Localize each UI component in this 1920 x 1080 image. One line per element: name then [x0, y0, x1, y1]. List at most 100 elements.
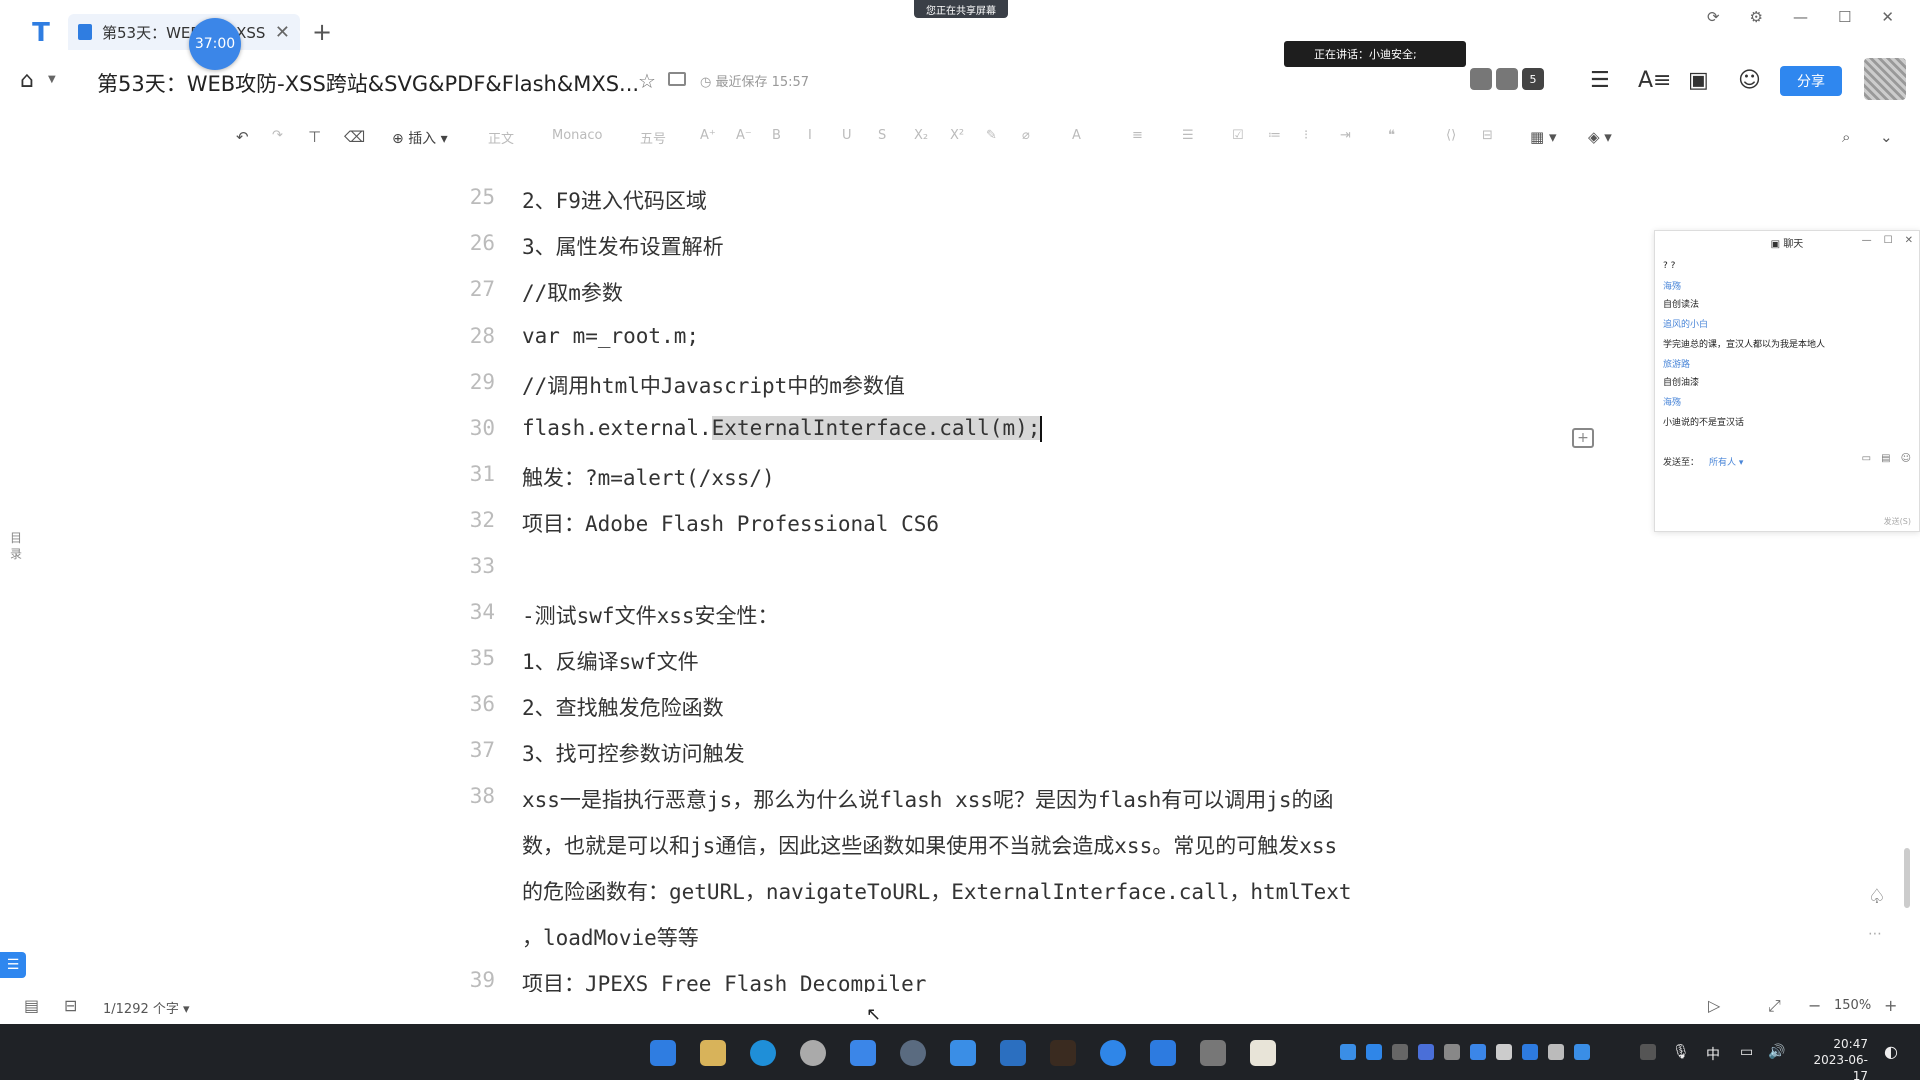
plugin-icon[interactable]: ◈ ▾ [1588, 128, 1612, 146]
new-tab-button[interactable]: + [312, 18, 332, 46]
font-color-icon[interactable]: A [1072, 128, 1081, 143]
editor-line[interactable]: 的危险函数有：getURL，navigateToURL，ExternalInte… [0, 876, 1600, 916]
chat-sender[interactable]: 海殇 [1663, 395, 1681, 408]
line-text[interactable]: //取m参数 [522, 277, 623, 307]
tray-network-icon[interactable] [1444, 1044, 1460, 1060]
send-button[interactable]: 发送(S) [1884, 516, 1911, 527]
fullscreen-icon[interactable]: ⤢ [1768, 996, 1781, 1016]
line-text[interactable]: 1、反编译swf文件 [522, 646, 699, 676]
monitor-icon[interactable]: ▭ [1740, 1044, 1753, 1060]
clear-format-icon[interactable]: ⌀ [1022, 128, 1030, 143]
line-text[interactable]: 项目：Adobe Flash Professional CS6 [522, 508, 939, 538]
line-text-prefix[interactable]: flash.external. [522, 416, 712, 440]
folder-icon[interactable]: ▭ [1862, 453, 1871, 464]
people-icon[interactable]: ☺ [1901, 453, 1911, 464]
italic-icon[interactable]: I [808, 128, 812, 143]
ordered-list-icon[interactable]: ≔ [1268, 128, 1281, 143]
maximize-button[interactable]: ☐ [1838, 8, 1851, 26]
text-format-icon[interactable]: A≡ [1638, 68, 1671, 93]
highlight-icon[interactable]: ✎ [986, 128, 997, 143]
browser-icon[interactable] [900, 1040, 926, 1066]
tray-docs-icon[interactable] [1470, 1044, 1486, 1060]
line-text[interactable]: 数，也就是可以和js通信，因此这些函数如果使用不当就会造成xss。常见的可触发x… [522, 830, 1337, 860]
screen-share-banner[interactable]: 您正在共享屏幕 [914, 0, 1008, 18]
presentation-icon[interactable]: ▣ [1688, 68, 1709, 93]
menu-icon[interactable]: ☰ [1590, 68, 1610, 93]
refresh-icon[interactable]: ⟳ [1707, 8, 1720, 26]
line-text[interactable]: 触发：?m=alert(/xss/) [522, 462, 775, 492]
line-text[interactable]: var m=_root.m; [522, 324, 699, 348]
terminal-icon[interactable] [1200, 1040, 1226, 1066]
checklist-icon[interactable]: ☑ [1232, 128, 1244, 143]
table-icon[interactable]: ▦ ▾ [1530, 128, 1556, 146]
underline-icon[interactable]: U [842, 128, 852, 143]
line-text[interactable]: 2、查找触发危险函数 [522, 692, 724, 722]
chrome-icon[interactable] [800, 1040, 826, 1066]
star-icon[interactable]: ☆ [638, 69, 656, 93]
line-text[interactable]: -测试swf文件xss安全性： [522, 600, 779, 630]
align-icon[interactable]: ≡ [1132, 128, 1143, 143]
zoom-out-icon[interactable]: − [1808, 996, 1821, 1015]
meeting-icon[interactable] [950, 1040, 976, 1066]
app-logo-icon[interactable]: T [26, 18, 56, 48]
skin-icon[interactable]: ♤ [1868, 884, 1886, 908]
screenshot-icon[interactable]: ▤ [1881, 453, 1890, 464]
eraser-icon[interactable]: ⌫ [344, 128, 365, 146]
strikethrough-icon[interactable]: S [878, 128, 886, 143]
play-icon[interactable]: ▷ [1708, 996, 1720, 1015]
battery-icon[interactable] [1640, 1044, 1656, 1060]
tray-shield-icon[interactable] [1418, 1044, 1434, 1060]
bold-icon[interactable]: B [772, 128, 781, 143]
more-icon[interactable]: ⋯ [1868, 926, 1882, 942]
editor-line[interactable]: 数，也就是可以和js通信，因此这些函数如果使用不当就会造成xss。常见的可触发x… [0, 830, 1600, 870]
minimize-button[interactable]: — [1862, 235, 1872, 246]
tencent-docs-icon[interactable] [850, 1040, 876, 1066]
outline-toggle[interactable]: 目录 [10, 530, 26, 562]
chat-sender[interactable]: 海殇 [1663, 279, 1681, 292]
java-icon[interactable] [1250, 1040, 1276, 1066]
avatar[interactable] [1470, 68, 1492, 90]
file-explorer-icon[interactable] [700, 1040, 726, 1066]
word-count[interactable]: 1/1292 个字 ▾ [103, 998, 190, 1017]
line-text[interactable]: xss一是指执行恶意js，那么为什么说flash xss呢？是因为flash有可… [522, 784, 1334, 814]
document-editor[interactable]: 25 2、F9进入代码区域 26 3、属性发布设置解析 27 //取m参数 28… [0, 176, 1640, 1006]
user-avatar[interactable] [1864, 58, 1906, 100]
tab-document[interactable]: 第53天：WEB攻防-XSS... ✕ [68, 14, 300, 50]
recording-timer[interactable]: 37:00 [189, 18, 241, 70]
avatar[interactable] [1496, 68, 1518, 90]
editor-line[interactable]: 30 flash.external.ExternalInterface.call… [0, 416, 1600, 456]
editor-line[interactable]: 34 -测试swf文件xss安全性： [0, 600, 1600, 640]
settings-icon[interactable]: ⚙ [1750, 8, 1763, 26]
line-spacing-icon[interactable]: ☰ [1182, 128, 1194, 143]
superscript-icon[interactable]: X² [950, 128, 964, 143]
tray-chat-icon[interactable] [1574, 1044, 1590, 1060]
maximize-button[interactable]: ☐ [1884, 235, 1893, 246]
line-text[interactable]: 的危险函数有：getURL，navigateToURL，ExternalInte… [522, 876, 1352, 906]
folder-icon[interactable] [668, 72, 686, 86]
tray-settings-icon[interactable] [1496, 1044, 1512, 1060]
feather-icon[interactable] [1100, 1040, 1126, 1066]
tray-meeting-icon[interactable] [1340, 1044, 1356, 1060]
avatar-count[interactable]: 5 [1522, 68, 1544, 90]
font-family-dropdown[interactable]: Monaco [552, 128, 602, 143]
share-button[interactable]: 分享 [1780, 66, 1842, 96]
close-tab-icon[interactable]: ✕ [275, 22, 290, 43]
document-title[interactable]: 第53天：WEB攻防-XSS跨站&SVG&PDF&Flash&MXS... [97, 68, 639, 98]
editor-line[interactable]: 32 项目：Adobe Flash Professional CS6 [0, 508, 1600, 548]
editor-line[interactable]: 29 //调用html中Javascript中的m参数值 [0, 370, 1600, 410]
tray-p-icon[interactable] [1522, 1044, 1538, 1060]
chat-sender[interactable]: 追风的小白 [1663, 317, 1708, 330]
edge-icon[interactable] [750, 1040, 776, 1066]
editor-line[interactable]: 37 3、找可控参数访问触发 [0, 738, 1600, 778]
chat-sender[interactable]: 旅游路 [1663, 357, 1690, 370]
editor-line[interactable]: 33 [0, 554, 1600, 594]
tray-display-icon[interactable] [1548, 1044, 1564, 1060]
editor-line[interactable]: 38 xss一是指执行恶意js，那么为什么说flash xss呢？是因为flas… [0, 784, 1600, 824]
page-view-icon[interactable]: ▤ [24, 996, 39, 1015]
line-text[interactable]: 3、找可控参数访问触发 [522, 738, 745, 768]
scrollbar[interactable] [1904, 848, 1910, 908]
editor-line[interactable]: 31 触发：?m=alert(/xss/) [0, 462, 1600, 502]
tray-feather-icon[interactable] [1366, 1044, 1382, 1060]
editor-line[interactable]: 35 1、反编译swf文件 [0, 646, 1600, 686]
line-text[interactable]: //调用html中Javascript中的m参数值 [522, 370, 905, 400]
